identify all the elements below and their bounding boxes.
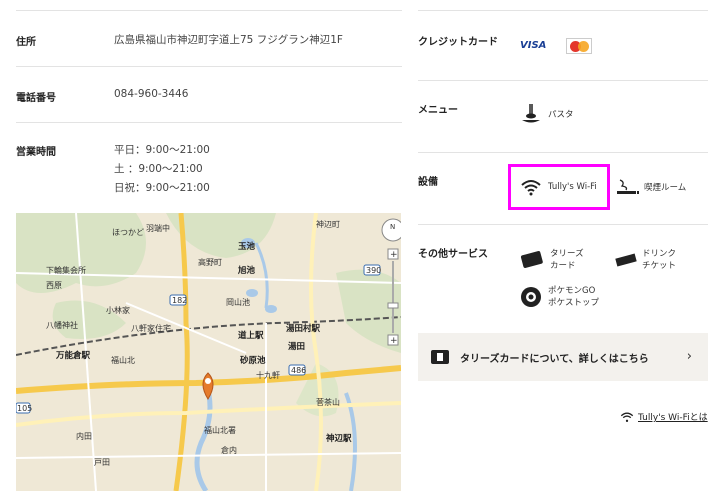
phone-label: 電話番号 xyxy=(16,93,56,104)
wifi-link-label: Tully's Wi-Fiとは xyxy=(638,413,708,423)
visa-icon: VISA xyxy=(520,40,547,51)
service-item-drink-ticket: ドリンク チケット xyxy=(614,248,676,272)
smoking-icon xyxy=(616,178,640,196)
mastercard-icon xyxy=(566,38,592,54)
svg-text:105: 105 xyxy=(17,404,32,413)
hours-label: 営業時間 xyxy=(16,147,56,158)
map-label: 神辺町 xyxy=(316,219,340,229)
tullys-card-info-button[interactable]: タリーズカードについて、詳しくはこちら › xyxy=(418,333,708,381)
phone-card-icon xyxy=(430,349,450,365)
divider xyxy=(418,152,708,153)
facility-label: Tully's Wi-Fi xyxy=(548,182,597,192)
card-icon xyxy=(520,250,544,270)
svg-text:390: 390 xyxy=(366,266,381,275)
service-label-line2: カード xyxy=(550,261,576,271)
svg-text:182: 182 xyxy=(172,296,187,305)
wifi-icon xyxy=(520,178,542,196)
map-label: 湯田 xyxy=(288,341,305,352)
map-label: 西原 xyxy=(46,281,62,290)
hours-weekday: 平日：9:00〜21:00 xyxy=(114,144,210,156)
menu-label: メニュー xyxy=(418,105,458,116)
facility-label: 喫煙ルーム xyxy=(644,183,687,193)
map-label: 岡山池 xyxy=(226,297,250,307)
wifi-info-link[interactable]: Tully's Wi-Fiとは xyxy=(620,410,708,423)
svg-text:+: + xyxy=(390,336,398,346)
map-label: 万能倉駅 xyxy=(55,350,91,361)
card-button-label: タリーズカードについて、詳しくはこちら xyxy=(460,353,649,365)
credit-card-label: クレジットカード xyxy=(418,37,498,48)
menu-item-pasta: パスタ xyxy=(520,103,574,125)
divider xyxy=(16,10,402,11)
pasta-icon xyxy=(520,103,542,125)
map-label: 倉内 xyxy=(221,445,237,455)
map-label: 小林家 xyxy=(106,305,130,315)
ticket-icon xyxy=(614,250,638,270)
service-label-line2: ポケストップ xyxy=(548,298,600,308)
chevron-right-icon: › xyxy=(686,349,692,364)
hours-holiday: 日祝：9:00〜21:00 xyxy=(114,182,210,194)
service-label-line2: チケット xyxy=(642,261,677,271)
store-map[interactable]: ほつかど 羽端中 玉池 旭池 高野町 神辺町 下輪集会所 西原 八幡神社 小林家… xyxy=(16,213,401,491)
map-label: 菅茶山 xyxy=(316,397,340,407)
svg-text:486: 486 xyxy=(291,366,306,375)
divider xyxy=(418,224,708,225)
service-label-line1: ポケモンGO xyxy=(548,286,596,296)
map-label: 十九軒 xyxy=(256,370,280,380)
service-item-tullys-card: タリーズ カード xyxy=(520,248,584,272)
map-label: 八軒家住宅 xyxy=(131,323,171,333)
map-label: 道上駅 xyxy=(238,330,264,341)
divider xyxy=(418,10,708,11)
other-services-label: その他サービス xyxy=(418,249,488,260)
service-label-line1: タリーズ xyxy=(550,249,584,259)
phone-value[interactable]: 084-960-3446 xyxy=(114,88,188,100)
map-label: 神辺駅 xyxy=(326,433,352,444)
facilities-label: 設備 xyxy=(418,177,438,188)
menu-item-label: パスタ xyxy=(548,110,574,120)
map-label: 玉池 xyxy=(238,241,256,252)
map-label: 下輪集会所 xyxy=(46,265,86,275)
address-value: 広島県福山市神辺町字道上75 フジグラン神辺1F xyxy=(114,34,343,46)
map-label: ほつかど xyxy=(112,228,144,237)
service-item-pokestop: ポケモンGO ポケストップ xyxy=(520,285,599,309)
divider xyxy=(418,80,708,81)
address-label: 住所 xyxy=(16,37,36,48)
map-label: 旭池 xyxy=(237,265,256,276)
map-label: 湯田村駅 xyxy=(286,323,321,334)
map-label: 八幡神社 xyxy=(46,320,78,330)
svg-text:+: + xyxy=(390,250,398,260)
facility-item-wifi: Tully's Wi-Fi xyxy=(520,178,597,196)
map-label: 福山北 xyxy=(111,355,135,365)
map-label: 内田 xyxy=(76,431,92,441)
divider xyxy=(16,66,402,67)
facility-item-smoking: 喫煙ルーム xyxy=(616,178,686,196)
map-label: 高野町 xyxy=(198,257,222,267)
pokestop-icon xyxy=(520,286,542,308)
map-label: 砂原池 xyxy=(239,355,266,366)
wifi-icon xyxy=(620,411,634,423)
map-label: 羽端中 xyxy=(146,223,170,233)
svg-text:N: N xyxy=(390,223,395,231)
hours-saturday: 土 ：9:00〜21:00 xyxy=(114,163,203,175)
service-label-line1: ドリンク xyxy=(642,249,677,259)
map-label: 福山北署 xyxy=(204,425,236,435)
map-canvas[interactable]: ほつかど 羽端中 玉池 旭池 高野町 神辺町 下輪集会所 西原 八幡神社 小林家… xyxy=(16,213,401,491)
divider xyxy=(16,122,402,123)
map-label: 戸田 xyxy=(94,458,110,467)
